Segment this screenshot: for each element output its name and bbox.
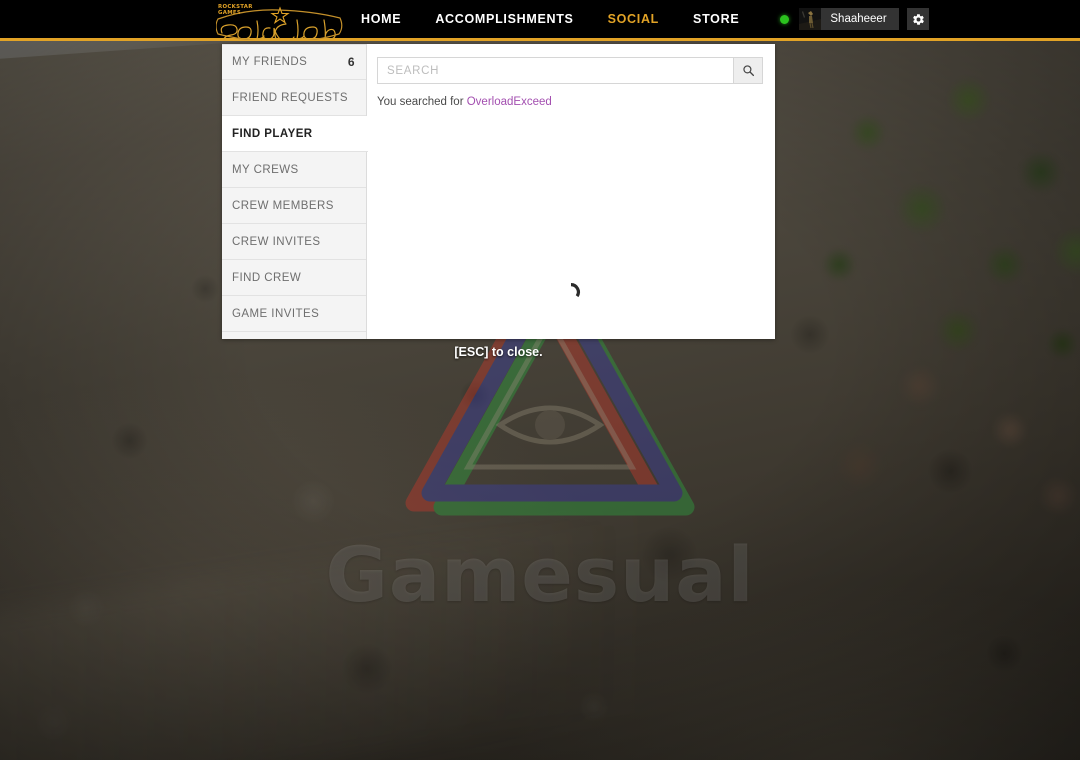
nav-item-home[interactable]: HOME <box>344 0 418 38</box>
sidebar-item-label: GAME INVITES <box>232 307 320 320</box>
sidebar-item-my-crews[interactable]: MY CREWS <box>222 152 366 188</box>
gamesual-watermark: Gamesual <box>325 530 755 619</box>
esc-to-close-hint: [ESC] to close. <box>454 345 543 359</box>
sidebar-item-crew-members[interactable]: CREW MEMBERS <box>222 188 366 224</box>
sidebar-item-label: FIND PLAYER <box>232 127 313 140</box>
sidebar-item-label: CREW MEMBERS <box>232 199 334 212</box>
sidebar-item-label: FRIEND REQUESTS <box>232 91 349 104</box>
sidebar-item-label: CREW INVITES <box>232 235 321 248</box>
user-area: Shaaheeer <box>780 0 930 40</box>
rockstar-social-club-logo[interactable]: ROCKSTAR GAMES <box>216 0 344 40</box>
sidebar-item-game-invites[interactable]: GAME INVITES <box>222 296 366 332</box>
searched-for-prefix: You searched for <box>377 96 467 108</box>
sidebar-item-label: MY FRIENDS <box>232 56 308 68</box>
nav-item-social[interactable]: SOCIAL <box>591 0 676 38</box>
nav-item-accomplishments[interactable]: ACCOMPLISHMENTS <box>418 0 590 38</box>
spinner-icon <box>560 281 582 303</box>
top-navigation-bar: ROCKSTAR GAMES HOME ACCOMPLISHMENTS SOCI… <box>0 0 1080 41</box>
sidebar-item-friend-requests[interactable]: FRIEND REQUESTS <box>222 80 366 116</box>
friends-count-badge: 6 <box>347 55 355 69</box>
username-label: Shaaheeer <box>830 13 887 25</box>
user-profile-chip[interactable]: Shaaheeer <box>799 8 900 30</box>
search-row <box>377 57 763 84</box>
search-input[interactable] <box>377 57 733 84</box>
online-status-indicator <box>780 14 790 24</box>
sidebar-item-my-friends[interactable]: MY FRIENDS 6 <box>222 44 366 80</box>
searched-for-message: You searched for OverloadExceed <box>377 96 763 108</box>
search-icon[interactable] <box>733 57 763 84</box>
sidebar-item-crew-invites[interactable]: CREW INVITES <box>222 224 366 260</box>
searched-term-link[interactable]: OverloadExceed <box>467 96 552 108</box>
social-sidebar: MY FRIENDS 6 FRIEND REQUESTS FIND PLAYER… <box>222 44 368 339</box>
sidebar-item-label: MY CREWS <box>232 163 299 176</box>
social-club-overlay-panel: MY FRIENDS 6 FRIEND REQUESTS FIND PLAYER… <box>222 44 775 339</box>
avatar <box>799 8 822 30</box>
sidebar-item-find-crew[interactable]: FIND CREW <box>222 260 366 296</box>
sidebar-item-find-player[interactable]: FIND PLAYER <box>222 116 368 152</box>
sidebar-item-label: FIND CREW <box>232 271 302 284</box>
find-player-content: You searched for OverloadExceed <box>367 44 775 339</box>
gear-icon[interactable] <box>907 8 930 30</box>
nav-item-store[interactable]: STORE <box>676 0 756 38</box>
